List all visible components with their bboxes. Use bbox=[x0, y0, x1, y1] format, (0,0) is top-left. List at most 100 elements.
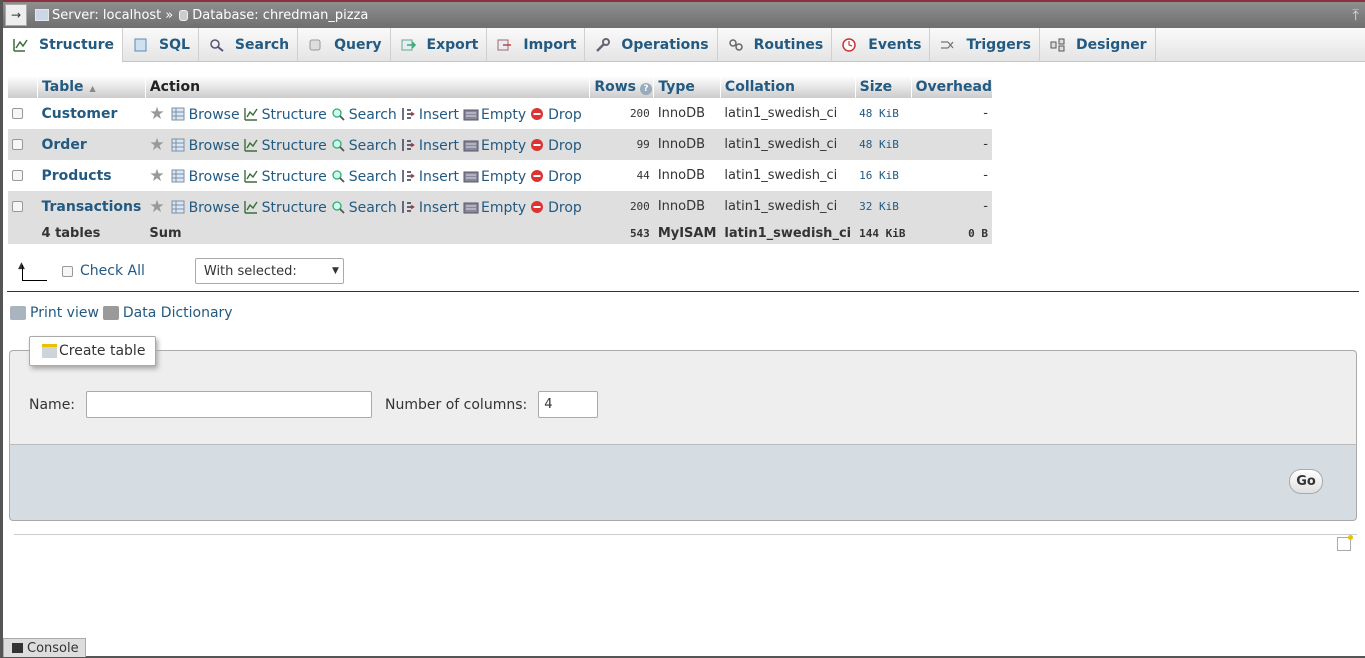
structure-action[interactable]: Structure bbox=[243, 169, 327, 185]
console-tab[interactable]: Console bbox=[3, 638, 86, 657]
insert-label[interactable]: Insert bbox=[419, 200, 459, 216]
structure-label[interactable]: Structure bbox=[262, 107, 327, 123]
tab-import[interactable]: Import bbox=[487, 28, 586, 62]
check-all[interactable]: Check All bbox=[62, 263, 145, 279]
table-name-input[interactable] bbox=[86, 391, 373, 418]
insert-action[interactable]: Insert bbox=[401, 200, 459, 216]
favorite-star-icon[interactable]: ★ bbox=[149, 104, 164, 124]
insert-action[interactable]: Insert bbox=[401, 138, 459, 154]
tab-designer[interactable]: Designer bbox=[1040, 28, 1156, 62]
row-checkbox[interactable] bbox=[11, 139, 23, 150]
empty-label[interactable]: Empty bbox=[481, 169, 526, 185]
empty-action[interactable]: Empty bbox=[463, 107, 526, 123]
drop-action[interactable]: Drop bbox=[530, 138, 582, 154]
browse-label[interactable]: Browse bbox=[189, 107, 240, 123]
row-size[interactable]: 16 KiB bbox=[855, 160, 912, 191]
table-name-link[interactable]: Customer bbox=[42, 106, 118, 122]
browse-action[interactable]: Browse bbox=[171, 200, 240, 216]
header-collation[interactable]: Collation bbox=[719, 76, 856, 98]
browse-action[interactable]: Browse bbox=[171, 169, 240, 185]
drop-action[interactable]: Drop bbox=[530, 169, 582, 185]
header-type[interactable]: Type bbox=[653, 76, 721, 98]
table-name-link[interactable]: Transactions bbox=[42, 199, 142, 215]
drop-action[interactable]: Drop bbox=[530, 200, 582, 216]
tab-search[interactable]: Search bbox=[199, 28, 299, 62]
breadcrumb-database-label[interactable]: Database: chredman_pizza bbox=[192, 8, 368, 23]
row-size[interactable]: 32 KiB bbox=[855, 191, 912, 222]
search-label[interactable]: Search bbox=[349, 169, 397, 185]
browse-label[interactable]: Browse bbox=[189, 138, 240, 154]
header-table[interactable]: Table ▲ bbox=[37, 76, 146, 98]
go-button[interactable]: Go bbox=[1289, 469, 1323, 494]
tab-sql[interactable]: SQL bbox=[123, 28, 199, 62]
tab-events[interactable]: Events bbox=[832, 28, 931, 62]
empty-label[interactable]: Empty bbox=[481, 138, 526, 154]
drop-label[interactable]: Drop bbox=[548, 200, 582, 216]
search-action[interactable]: Search bbox=[331, 200, 397, 216]
collapse-icon[interactable]: ⤒ bbox=[1352, 6, 1359, 24]
row-size[interactable]: 48 KiB bbox=[855, 129, 912, 160]
favorite-star-icon[interactable]: ★ bbox=[149, 197, 164, 217]
table-name-link[interactable]: Products bbox=[42, 168, 112, 184]
structure-action[interactable]: Structure bbox=[243, 107, 327, 123]
nav-toggle-button[interactable]: → bbox=[5, 4, 27, 26]
check-all-checkbox[interactable] bbox=[62, 265, 73, 277]
row-checkbox[interactable] bbox=[11, 108, 23, 119]
search-label[interactable]: Search bbox=[349, 107, 397, 123]
empty-action[interactable]: Empty bbox=[463, 169, 526, 185]
tab-export[interactable]: Export bbox=[391, 28, 488, 62]
row-size[interactable]: 48 KiB bbox=[855, 98, 912, 129]
num-columns-input[interactable]: 4 bbox=[538, 391, 599, 418]
header-rows-label[interactable]: Rows bbox=[594, 79, 636, 95]
search-action[interactable]: Search bbox=[331, 169, 397, 185]
favorite-star-icon[interactable]: ★ bbox=[149, 166, 164, 186]
with-selected-select[interactable]: With selected: ▼ bbox=[194, 258, 344, 284]
help-icon[interactable]: ? bbox=[639, 83, 652, 95]
page-settings-icon[interactable] bbox=[1337, 535, 1353, 551]
check-all-label[interactable]: Check All bbox=[80, 263, 145, 279]
empty-action[interactable]: Empty bbox=[463, 200, 526, 216]
tab-structure[interactable]: Structure bbox=[3, 28, 124, 63]
tab-operations[interactable]: Operations bbox=[585, 28, 718, 62]
structure-label[interactable]: Structure bbox=[262, 169, 327, 185]
insert-label[interactable]: Insert bbox=[419, 138, 459, 154]
table-name-link[interactable]: Order bbox=[42, 137, 87, 153]
header-rows[interactable]: Rows? bbox=[589, 76, 654, 98]
tab-query[interactable]: Query bbox=[298, 28, 391, 62]
search-label[interactable]: Search bbox=[349, 138, 397, 154]
search-action[interactable]: Search bbox=[331, 138, 397, 154]
breadcrumb-server-label[interactable]: Server: localhost bbox=[52, 8, 161, 23]
print-view-link[interactable]: Print view bbox=[30, 305, 99, 321]
favorite-star-icon[interactable]: ★ bbox=[149, 135, 164, 155]
empty-action[interactable]: Empty bbox=[463, 138, 526, 154]
structure-label[interactable]: Structure bbox=[262, 138, 327, 154]
browse-label[interactable]: Browse bbox=[189, 200, 240, 216]
breadcrumb-server[interactable]: Server: localhost bbox=[27, 8, 161, 23]
drop-label[interactable]: Drop bbox=[548, 169, 582, 185]
header-size[interactable]: Size bbox=[854, 76, 912, 98]
search-label[interactable]: Search bbox=[349, 200, 397, 216]
drop-action[interactable]: Drop bbox=[530, 107, 582, 123]
insert-action[interactable]: Insert bbox=[401, 169, 459, 185]
breadcrumb-database[interactable]: Database: chredman_pizza bbox=[175, 8, 368, 23]
tab-routines[interactable]: Routines bbox=[718, 28, 833, 62]
tab-triggers[interactable]: Triggers bbox=[930, 28, 1040, 62]
browse-action[interactable]: Browse bbox=[171, 107, 240, 123]
structure-label[interactable]: Structure bbox=[262, 200, 327, 216]
row-checkbox[interactable] bbox=[11, 201, 23, 212]
structure-action[interactable]: Structure bbox=[243, 138, 327, 154]
search-action[interactable]: Search bbox=[331, 107, 397, 123]
browse-label[interactable]: Browse bbox=[189, 169, 240, 185]
insert-label[interactable]: Insert bbox=[419, 169, 459, 185]
row-checkbox[interactable] bbox=[11, 170, 23, 181]
insert-action[interactable]: Insert bbox=[401, 107, 459, 123]
drop-label[interactable]: Drop bbox=[548, 107, 582, 123]
data-dictionary-link[interactable]: Data Dictionary bbox=[123, 305, 233, 321]
drop-label[interactable]: Drop bbox=[548, 138, 582, 154]
empty-label[interactable]: Empty bbox=[481, 107, 526, 123]
header-table-label[interactable]: Table bbox=[42, 79, 84, 95]
browse-action[interactable]: Browse bbox=[171, 138, 240, 154]
structure-action[interactable]: Structure bbox=[243, 200, 327, 216]
insert-label[interactable]: Insert bbox=[419, 107, 459, 123]
header-overhead[interactable]: Overhead bbox=[910, 76, 992, 98]
